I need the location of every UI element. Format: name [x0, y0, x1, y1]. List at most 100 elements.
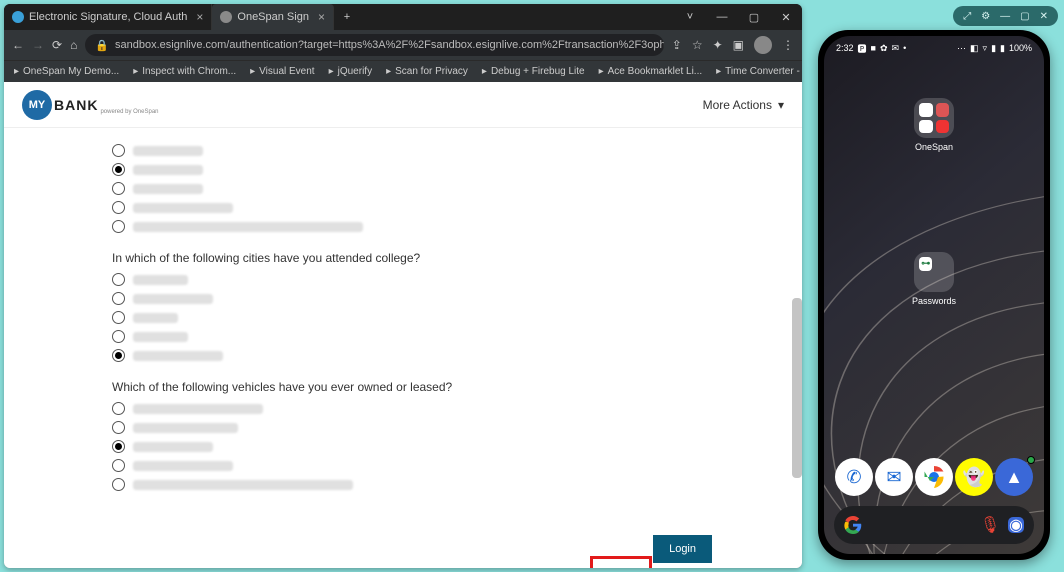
bookmark-item[interactable]: ▸OneSpan My Demo...: [14, 66, 119, 77]
radio-icon: [112, 163, 125, 176]
window-maximize-icon[interactable]: ▢: [738, 4, 770, 30]
login-button[interactable]: Login: [653, 535, 712, 563]
logo-bank-text: BANK: [54, 97, 98, 113]
folder-passwords[interactable]: ⊶ Passwords: [912, 252, 956, 306]
tab-close-icon[interactable]: ×: [318, 10, 325, 24]
profile-avatar[interactable]: [754, 36, 772, 54]
radio-option[interactable]: [112, 163, 712, 176]
nav-forward-icon[interactable]: →: [32, 38, 44, 52]
window-close-icon[interactable]: ✕: [770, 4, 802, 30]
option-text-blurred: [133, 461, 233, 471]
voice-search-icon[interactable]: 🎙: [982, 517, 998, 533]
phone-app-icon[interactable]: ✆: [835, 458, 873, 496]
app-mini-icon: [935, 274, 949, 288]
folder-label: Passwords: [912, 296, 956, 306]
bookmark-item[interactable]: ▸Debug + Firebug Lite: [482, 66, 585, 77]
app-mini-icon: [936, 103, 950, 117]
signal-icon: ▮: [991, 43, 996, 54]
snapchat-app-icon[interactable]: 👻: [955, 458, 993, 496]
radio-option[interactable]: [112, 459, 712, 472]
radio-option[interactable]: [112, 349, 712, 362]
window-minimize-icon[interactable]: —: [706, 4, 738, 30]
messages-app-icon[interactable]: ✉: [875, 458, 913, 496]
form-stage: In which of the following cities have yo…: [4, 128, 802, 568]
radio-option[interactable]: [112, 182, 712, 195]
option-text-blurred: [133, 332, 188, 342]
option-text-blurred: [133, 480, 353, 490]
lens-icon[interactable]: ◉: [1008, 517, 1024, 533]
option-text-blurred: [133, 184, 203, 194]
page-icon: ▸: [14, 66, 19, 77]
radio-option[interactable]: [112, 273, 712, 286]
more-actions-label: More Actions: [703, 98, 772, 112]
google-icon: [844, 516, 862, 534]
address-bar[interactable]: 🔒 sandbox.esignlive.com/authentication?t…: [85, 34, 663, 56]
page-viewport: MY BANK powered by OneSpan More Actions …: [4, 82, 802, 568]
nav-reload-icon[interactable]: ⟳: [52, 38, 62, 52]
minimize-icon[interactable]: —: [1000, 11, 1010, 22]
phone-screen[interactable]: 2:32 🅿 ■ ✿ ✉ • ⋯ ◧ ▿ ▮ ▮ 100%: [824, 36, 1044, 554]
share-icon[interactable]: ⇪: [672, 38, 682, 52]
option-text-blurred: [133, 423, 238, 433]
status-icon: 🅿: [858, 42, 867, 55]
browser-tab-2[interactable]: OneSpan Sign ×: [212, 4, 334, 30]
gear-icon[interactable]: ⚙: [981, 11, 990, 22]
bookmark-item[interactable]: ▸Time Converter - C...: [716, 66, 802, 77]
page-icon: ▸: [329, 66, 334, 77]
radio-option[interactable]: [112, 402, 712, 415]
window-chevron-down-icon[interactable]: ˅: [674, 4, 706, 30]
lock-icon: 🔒: [95, 39, 109, 52]
tab-favicon: [12, 11, 24, 23]
tab-favicon: [220, 11, 232, 23]
browser-toolbar: ← → ⟳ ⌂ 🔒 sandbox.esignlive.com/authenti…: [4, 30, 802, 60]
browser-window: Electronic Signature, Cloud Auth × OneSp…: [4, 4, 802, 568]
radio-option[interactable]: [112, 220, 712, 233]
radio-option[interactable]: [112, 330, 712, 343]
google-search-bar[interactable]: 🎙 ◉: [834, 506, 1034, 544]
browser-tab-1[interactable]: Electronic Signature, Cloud Auth ×: [4, 4, 212, 30]
bookmark-item[interactable]: ▸jQuerify: [329, 66, 372, 77]
bookmark-item[interactable]: ▸Inspect with Chrom...: [133, 66, 236, 77]
shield-icon[interactable]: ▣: [733, 38, 744, 52]
tab-title: Electronic Signature, Cloud Auth: [29, 11, 187, 23]
bookmark-item[interactable]: ▸Visual Event: [250, 66, 314, 77]
logo-subtext: powered by OneSpan: [100, 109, 158, 115]
status-icon: ■: [871, 43, 876, 53]
radio-icon: [112, 402, 125, 415]
app-mini-icon: [936, 120, 950, 134]
radio-option[interactable]: [112, 292, 712, 305]
expand-icon[interactable]: ⤢: [963, 11, 971, 22]
status-icon: ✿: [880, 43, 888, 54]
chrome-app-icon[interactable]: [915, 458, 953, 496]
nav-back-icon[interactable]: ←: [12, 38, 24, 52]
close-icon[interactable]: ✕: [1040, 11, 1048, 22]
radio-option[interactable]: [112, 201, 712, 214]
extensions-icon[interactable]: ✦: [713, 38, 723, 52]
logo-circle: MY: [22, 90, 52, 120]
gallery-app-icon[interactable]: ▲: [995, 458, 1033, 496]
mybank-logo: MY BANK powered by OneSpan: [22, 90, 159, 120]
nav-home-icon[interactable]: ⌂: [70, 38, 77, 52]
maximize-icon[interactable]: ▢: [1020, 11, 1029, 22]
app-mini-icon: ⊶: [919, 257, 933, 271]
radio-option[interactable]: [112, 478, 712, 491]
menu-icon[interactable]: ⋮: [782, 38, 794, 52]
radio-option[interactable]: [112, 440, 712, 453]
tab-close-icon[interactable]: ×: [196, 10, 203, 24]
battery-percent: 100%: [1009, 43, 1032, 53]
radio-option[interactable]: [112, 421, 712, 434]
wifi-icon: ▿: [983, 43, 988, 54]
radio-option[interactable]: [112, 311, 712, 324]
radio-option[interactable]: [112, 144, 712, 157]
more-actions-button[interactable]: More Actions ▾: [703, 98, 784, 112]
tab-title: OneSpan Sign: [237, 11, 309, 23]
new-tab-button[interactable]: +: [334, 11, 360, 23]
bookmark-item[interactable]: ▸Ace Bookmarklet Li...: [599, 66, 703, 77]
bookmarks-bar: ▸OneSpan My Demo... ▸Inspect with Chrom.…: [4, 60, 802, 82]
option-text-blurred: [133, 165, 203, 175]
star-icon[interactable]: ☆: [692, 38, 703, 52]
bookmark-item[interactable]: ▸Scan for Privacy: [386, 66, 468, 77]
folder-onespan[interactable]: OneSpan: [914, 98, 954, 152]
status-icon: ✉: [892, 43, 900, 54]
option-text-blurred: [133, 294, 213, 304]
